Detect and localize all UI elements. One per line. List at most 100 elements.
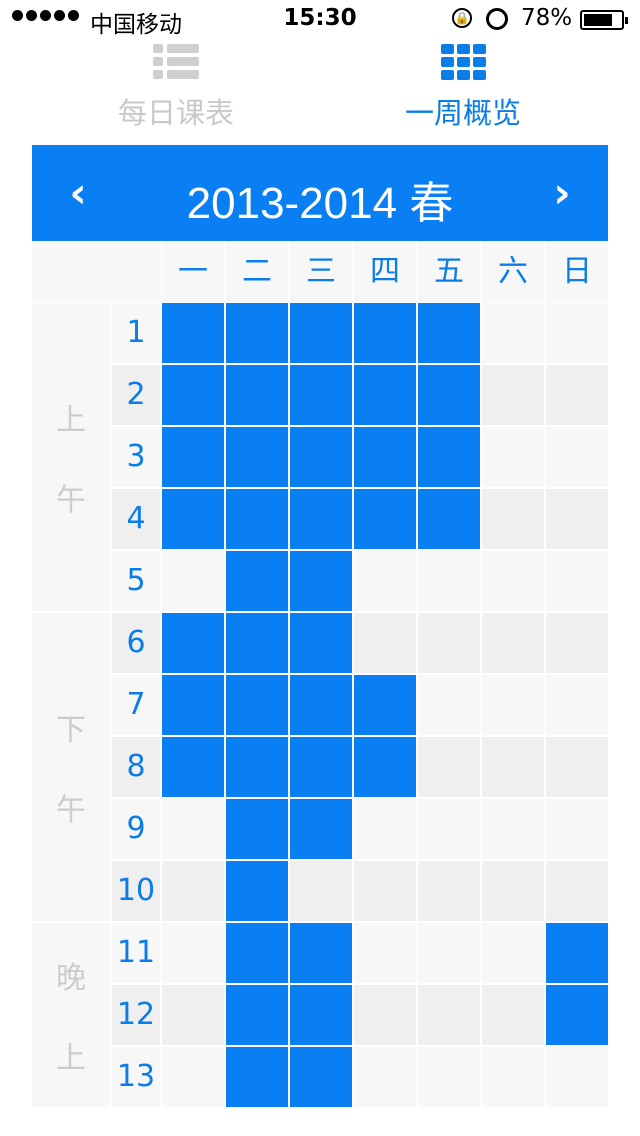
chevron-right-icon[interactable]: › <box>532 165 592 221</box>
class-slot-occupied[interactable] <box>418 427 480 487</box>
class-slot-occupied[interactable] <box>290 489 352 549</box>
class-slot-empty[interactable] <box>482 923 544 983</box>
class-slot-empty[interactable] <box>162 1047 224 1107</box>
class-slot-occupied[interactable] <box>546 985 608 1045</box>
class-slot-occupied[interactable] <box>226 1047 288 1107</box>
class-slot-empty[interactable] <box>354 799 416 859</box>
class-slot-occupied[interactable] <box>290 985 352 1045</box>
class-slot-empty[interactable] <box>290 861 352 921</box>
class-slot-empty[interactable] <box>162 861 224 921</box>
class-slot-empty[interactable] <box>546 551 608 611</box>
class-slot-occupied[interactable] <box>162 489 224 549</box>
class-slot-empty[interactable] <box>482 675 544 735</box>
class-slot-empty[interactable] <box>482 613 544 673</box>
class-slot-empty[interactable] <box>482 1047 544 1107</box>
class-slot-occupied[interactable] <box>290 799 352 859</box>
class-slot-empty[interactable] <box>162 799 224 859</box>
class-slot-occupied[interactable] <box>226 861 288 921</box>
class-slot-occupied[interactable] <box>354 675 416 735</box>
class-slot-empty[interactable] <box>546 613 608 673</box>
class-slot-empty[interactable] <box>354 613 416 673</box>
class-slot-occupied[interactable] <box>290 365 352 425</box>
class-slot-occupied[interactable] <box>290 613 352 673</box>
class-slot-occupied[interactable] <box>226 985 288 1045</box>
class-slot-occupied[interactable] <box>226 489 288 549</box>
tab-week-overview[interactable]: 一周概览 <box>363 40 563 140</box>
class-slot-occupied[interactable] <box>290 675 352 735</box>
class-slot-empty[interactable] <box>482 737 544 797</box>
class-slot-empty[interactable] <box>546 489 608 549</box>
class-slot-occupied[interactable] <box>354 365 416 425</box>
class-slot-empty[interactable] <box>418 923 480 983</box>
class-slot-occupied[interactable] <box>290 737 352 797</box>
class-slot-empty[interactable] <box>546 365 608 425</box>
class-slot-empty[interactable] <box>482 799 544 859</box>
class-slot-occupied[interactable] <box>226 799 288 859</box>
class-slot-occupied[interactable] <box>162 427 224 487</box>
class-slot-occupied[interactable] <box>226 303 288 363</box>
class-slot-occupied[interactable] <box>546 923 608 983</box>
tab-week-label: 一周概览 <box>404 96 521 130</box>
class-slot-empty[interactable] <box>546 427 608 487</box>
tab-daily-schedule[interactable]: 每日课表 <box>76 40 276 140</box>
class-slot-empty[interactable] <box>482 985 544 1045</box>
class-slot-empty[interactable] <box>546 799 608 859</box>
class-slot-empty[interactable] <box>482 303 544 363</box>
class-slot-occupied[interactable] <box>290 303 352 363</box>
class-slot-occupied[interactable] <box>418 489 480 549</box>
class-slot-occupied[interactable] <box>226 551 288 611</box>
class-slot-occupied[interactable] <box>354 427 416 487</box>
class-slot-empty[interactable] <box>162 985 224 1045</box>
class-slot-occupied[interactable] <box>226 737 288 797</box>
class-slot-empty[interactable] <box>418 1047 480 1107</box>
class-slot-occupied[interactable] <box>226 923 288 983</box>
class-slot-empty[interactable] <box>418 613 480 673</box>
period-number: 8 <box>112 737 160 797</box>
class-slot-occupied[interactable] <box>354 737 416 797</box>
grid-corner <box>32 241 161 302</box>
class-slot-empty[interactable] <box>418 799 480 859</box>
class-slot-occupied[interactable] <box>290 1047 352 1107</box>
class-slot-occupied[interactable] <box>226 613 288 673</box>
class-slot-occupied[interactable] <box>418 303 480 363</box>
class-slot-empty[interactable] <box>354 985 416 1045</box>
class-slot-occupied[interactable] <box>290 427 352 487</box>
class-slot-empty[interactable] <box>482 551 544 611</box>
class-slot-occupied[interactable] <box>290 923 352 983</box>
class-slot-empty[interactable] <box>418 985 480 1045</box>
class-slot-occupied[interactable] <box>162 303 224 363</box>
class-slot-occupied[interactable] <box>162 737 224 797</box>
class-slot-empty[interactable] <box>546 675 608 735</box>
class-slot-occupied[interactable] <box>418 365 480 425</box>
class-slot-occupied[interactable] <box>354 489 416 549</box>
class-slot-empty[interactable] <box>354 1047 416 1107</box>
class-slot-empty[interactable] <box>482 427 544 487</box>
class-slot-empty[interactable] <box>354 861 416 921</box>
class-slot-occupied[interactable] <box>226 675 288 735</box>
class-slot-occupied[interactable] <box>162 675 224 735</box>
class-slot-empty[interactable] <box>354 551 416 611</box>
class-slot-empty[interactable] <box>546 737 608 797</box>
class-slot-occupied[interactable] <box>162 613 224 673</box>
class-slot-occupied[interactable] <box>226 427 288 487</box>
period-number: 4 <box>112 489 160 549</box>
period-number: 13 <box>112 1047 160 1107</box>
class-slot-empty[interactable] <box>418 551 480 611</box>
class-slot-empty[interactable] <box>546 861 608 921</box>
class-slot-empty[interactable] <box>162 923 224 983</box>
class-slot-empty[interactable] <box>482 489 544 549</box>
class-slot-empty[interactable] <box>418 861 480 921</box>
class-slot-occupied[interactable] <box>162 365 224 425</box>
view-tabs: 每日课表 一周概览 <box>0 40 640 140</box>
class-slot-empty[interactable] <box>546 1047 608 1107</box>
class-slot-empty[interactable] <box>418 737 480 797</box>
class-slot-empty[interactable] <box>546 303 608 363</box>
class-slot-occupied[interactable] <box>290 551 352 611</box>
class-slot-empty[interactable] <box>482 365 544 425</box>
class-slot-occupied[interactable] <box>354 303 416 363</box>
class-slot-empty[interactable] <box>418 675 480 735</box>
class-slot-empty[interactable] <box>482 861 544 921</box>
class-slot-empty[interactable] <box>162 551 224 611</box>
class-slot-occupied[interactable] <box>226 365 288 425</box>
class-slot-empty[interactable] <box>354 923 416 983</box>
